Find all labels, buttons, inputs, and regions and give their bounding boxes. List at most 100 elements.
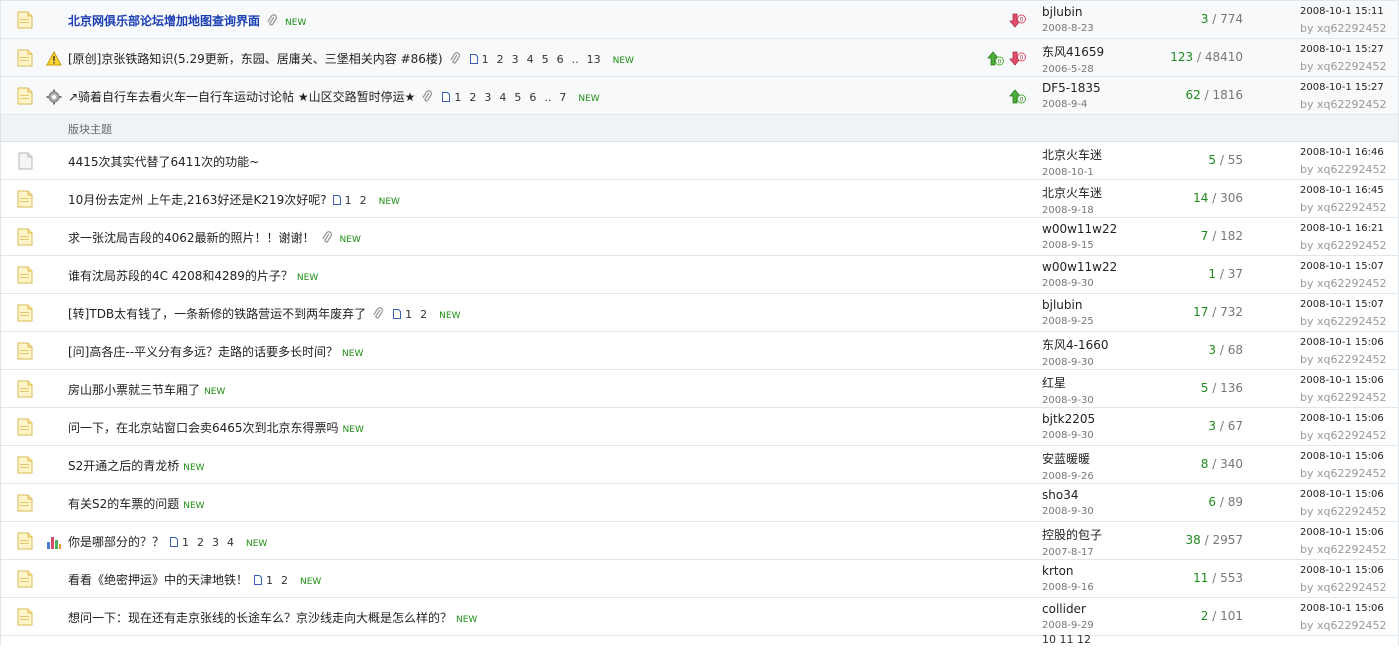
last-post-time[interactable]: 2008-10-1 15:07 — [1300, 261, 1399, 272]
thread-row[interactable]: 10月份去定州 上午走,2163好还是K219次好呢? 1 2 NEW 北京火车迷 200… — [0, 180, 1399, 218]
thread-row[interactable]: 北京网俱乐部论坛增加地图查询界面 NEW 0 bjlubin 2008-8-23 3 / … — [0, 0, 1399, 39]
last-post-time[interactable]: 2008-10-1 15:27 — [1300, 44, 1399, 55]
last-post-user[interactable]: xq62292452 — [1317, 98, 1386, 111]
page-link[interactable]: 4 — [527, 53, 534, 66]
page-link[interactable]: 1 — [345, 194, 352, 207]
thread-row[interactable]: 有关S2的车票的问题 NEW sho34 2008-9-30 6 / 89 2008-10… — [0, 484, 1399, 522]
page-link[interactable]: 5 — [542, 53, 549, 66]
page-link[interactable]: 4 — [227, 536, 234, 549]
last-post-user[interactable]: xq62292452 — [1317, 239, 1386, 252]
page-link[interactable]: 2 — [469, 91, 476, 104]
page-link[interactable]: 2 — [360, 194, 367, 207]
last-post-time[interactable]: 2008-10-1 15:07 — [1300, 299, 1399, 310]
last-post-user[interactable]: xq62292452 — [1317, 391, 1386, 404]
last-post-time[interactable]: 2008-10-1 15:06 — [1300, 337, 1399, 348]
post-date: 2008-9-18 — [1042, 205, 1094, 216]
page-link[interactable]: 3 — [512, 53, 519, 66]
last-post-user[interactable]: xq62292452 — [1317, 315, 1386, 328]
page-link[interactable]: 2 — [420, 308, 427, 321]
thread-subject-link[interactable]: [原创]京张铁路知识(5.29更新，东园、居庸关、三堡相关内容 #86楼) — [68, 52, 443, 66]
page-link[interactable]: 2 — [197, 536, 204, 549]
last-post-time[interactable]: 2008-10-1 16:46 — [1300, 147, 1399, 158]
page-link[interactable]: 3 — [484, 91, 491, 104]
page-link[interactable]: 6 — [529, 91, 536, 104]
thread-subject-link[interactable]: 看看《绝密押运》中的天津地铁！ — [68, 573, 248, 587]
last-post-user[interactable]: xq62292452 — [1317, 429, 1386, 442]
thread-subject-link[interactable]: 问一下，在北京站窗口会卖6465次到北京东得票吗 — [68, 421, 339, 435]
by-prefix: by — [1300, 98, 1314, 111]
thread-row[interactable]: 问一下，在北京站窗口会卖6465次到北京东得票吗 NEW bjtk2205 2008-… — [0, 408, 1399, 446]
thread-row[interactable]: 求一张沈局吉段的4062最新的照片！！谢谢！ NEW w00w11w22 2008-9… — [0, 218, 1399, 256]
thread-row[interactable]: 你是哪部分的？？ 1 2 3 4 NEW 控股的包子 2007-8-17 38 / 2957 20… — [0, 522, 1399, 560]
thread-subject-link[interactable]: ↗骑着自行车去看火车一自行车运动讨论帖 ★山区交路暂时停运★ — [68, 90, 415, 104]
page-link[interactable]: 3 — [212, 536, 219, 549]
last-post-user[interactable]: xq62292452 — [1317, 22, 1386, 35]
thread-new-folder-icon — [15, 569, 35, 589]
page-link[interactable]: 1 — [182, 536, 189, 549]
last-post-user[interactable]: xq62292452 — [1317, 277, 1386, 290]
thread-row[interactable]: 房山那小票就三节车厢了 NEW 红星 2008-9-30 5 / 136 2008-10-… — [0, 370, 1399, 408]
page-link[interactable]: 1 — [405, 308, 412, 321]
last-post-time[interactable]: 2008-10-1 15:06 — [1300, 527, 1399, 538]
last-post-user[interactable]: xq62292452 — [1317, 543, 1386, 556]
last-post-user[interactable]: xq62292452 — [1317, 60, 1386, 73]
thread-subject-link[interactable]: 你是哪部分的？？ — [68, 535, 164, 549]
last-post-user[interactable]: xq62292452 — [1317, 619, 1386, 632]
last-post-time[interactable]: 2008-10-1 15:06 — [1300, 489, 1399, 500]
last-post-user[interactable]: xq62292452 — [1317, 163, 1386, 176]
page-link[interactable]: 7 — [559, 91, 566, 104]
last-post-time[interactable]: 2008-10-1 15:11 — [1300, 6, 1399, 17]
last-post-time[interactable]: 2008-10-1 16:45 — [1300, 185, 1399, 196]
page-link[interactable]: 6 — [557, 53, 564, 66]
thread-subject-link[interactable]: 10月份去定州 上午走,2163好还是K219次好呢? — [68, 193, 327, 207]
last-post-time[interactable]: 2008-10-1 15:06 — [1300, 375, 1399, 386]
thread-subject-link[interactable]: 房山那小票就三节车厢了 — [68, 383, 200, 397]
thread-subject-link[interactable]: 有关S2的车票的问题 — [68, 497, 179, 511]
last-post-time[interactable]: 2008-10-1 15:27 — [1300, 82, 1399, 93]
last-post-by: by xq62292452 — [1300, 619, 1399, 632]
page-link[interactable]: 13 — [587, 53, 601, 66]
page-link[interactable]: 2 — [497, 53, 504, 66]
last-post-user[interactable]: xq62292452 — [1317, 467, 1386, 480]
thread-row[interactable]: 谁有沈局苏段的4C 4208和4289的片子？ NEW w00w11w22 2008-… — [0, 256, 1399, 294]
page-link[interactable]: 5 — [514, 91, 521, 104]
count-separator: / — [1200, 88, 1213, 102]
last-post-user[interactable]: xq62292452 — [1317, 581, 1386, 594]
last-post-time[interactable]: 2008-10-1 15:06 — [1300, 603, 1399, 614]
thread-row[interactable]: 想问一下：现在还有走京张线的长途车么？京沙线走向大概是怎么样的？ NEW colli… — [0, 598, 1399, 636]
thread-row[interactable]: [原创]京张铁路知识(5.29更新，东园、居庸关、三堡相关内容 #86楼) 1 2 3… — [0, 39, 1399, 77]
thread-subject-link[interactable]: S2开通之后的青龙桥 — [68, 459, 179, 473]
arrow-up-icon: 0 — [1009, 89, 1027, 108]
page-link[interactable]: 1 — [266, 574, 273, 587]
by-prefix: by — [1300, 22, 1314, 35]
last-post-time[interactable]: 2008-10-1 15:06 — [1300, 413, 1399, 424]
attachment-icon — [372, 307, 384, 323]
thread-subject-link[interactable]: 想问一下：现在还有走京张线的长途车么？京沙线走向大概是怎么样的？ — [68, 611, 452, 625]
view-count: 48410 — [1204, 50, 1243, 64]
thread-subject-link[interactable]: 谁有沈局苏段的4C 4208和4289的片子？ — [68, 269, 293, 283]
page-link[interactable]: 1 — [482, 53, 489, 66]
last-post-time[interactable]: 2008-10-1 15:06 — [1300, 565, 1399, 576]
last-post-time[interactable]: 2008-10-1 16:21 — [1300, 223, 1399, 234]
thread-row[interactable]: 4415次其实代替了6411次的功能~ 北京火车迷 2008-10-1 5 / 55 2… — [0, 142, 1399, 180]
last-post-user[interactable]: xq62292452 — [1317, 201, 1386, 214]
last-post-user[interactable]: xq62292452 — [1317, 353, 1386, 366]
thread-subject-link[interactable]: 4415次其实代替了6411次的功能~ — [68, 155, 259, 169]
pager-tail[interactable]: 10 11 12 — [1042, 633, 1091, 646]
thread-row[interactable]: S2开通之后的青龙桥 NEW 安蓝暖暖 2008-9-26 8 / 340 2008-10… — [0, 446, 1399, 484]
last-post-user[interactable]: xq62292452 — [1317, 505, 1386, 518]
last-post-by: by xq62292452 — [1300, 391, 1399, 404]
reply-view-counts: 14 / 306 — [1123, 191, 1243, 205]
thread-row[interactable]: 看看《绝密押运》中的天津地铁！ 1 2 NEW krton 2008-9-16 11 / 5… — [0, 560, 1399, 598]
thread-row[interactable]: [问]高各庄--平义分有多远？走路的话要多长时间？ NEW 东风4-1660 2008… — [0, 332, 1399, 370]
page-link[interactable]: 4 — [499, 91, 506, 104]
thread-subject-link[interactable]: 北京网俱乐部论坛增加地图查询界面 — [68, 14, 260, 28]
last-post-time[interactable]: 2008-10-1 15:06 — [1300, 451, 1399, 462]
thread-subject-link[interactable]: 求一张沈局吉段的4062最新的照片！！谢谢！ — [68, 231, 315, 245]
thread-row[interactable]: ↗骑着自行车去看火车一自行车运动讨论帖 ★山区交路暂时停运★ 1 2 3 4 5 6.. 7 N… — [0, 77, 1399, 115]
thread-subject-link[interactable]: [转]TDB太有钱了，一条新修的铁路营运不到两年废弃了 — [68, 307, 366, 321]
thread-subject-link[interactable]: [问]高各庄--平义分有多远？走路的话要多长时间？ — [68, 345, 338, 359]
thread-row[interactable]: [转]TDB太有钱了，一条新修的铁路营运不到两年废弃了 1 2 NEW bjlubin 2… — [0, 294, 1399, 332]
page-link[interactable]: 2 — [281, 574, 288, 587]
page-link[interactable]: 1 — [454, 91, 461, 104]
